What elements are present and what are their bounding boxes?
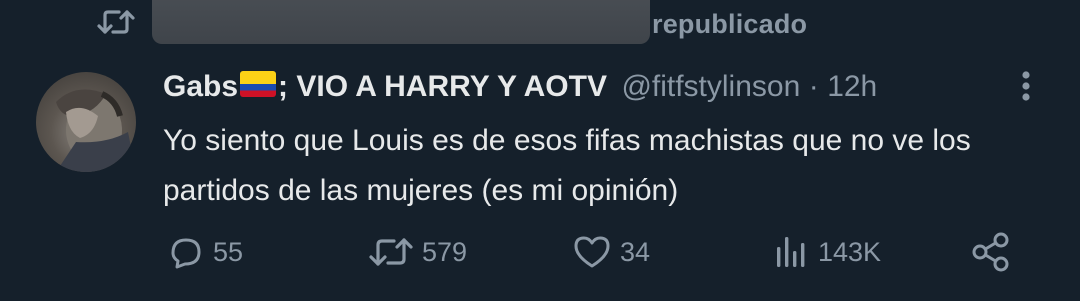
- colombia-flag-icon: [240, 71, 277, 97]
- display-name-suffix[interactable]: ; VIO A HARRY Y AOTV: [278, 70, 607, 103]
- redacted-reposter-name: [152, 0, 650, 44]
- views-count: 143K: [818, 236, 882, 267]
- reply-button[interactable]: 55: [165, 230, 243, 274]
- tweet-card[interactable]: republicado Gabs ; VIO A HARRY Y AOTV @fi…: [0, 0, 1080, 301]
- reply-icon: [165, 232, 205, 272]
- reply-count: 55: [213, 236, 244, 267]
- more-icon[interactable]: [1012, 68, 1040, 108]
- user-handle[interactable]: @fitfstylinson: [621, 70, 800, 103]
- repost-button[interactable]: 579: [368, 230, 467, 274]
- repost-label: republicado: [652, 9, 808, 39]
- like-count: 34: [620, 236, 651, 267]
- separator-dot: ·: [808, 70, 819, 103]
- share-icon: [970, 231, 1012, 273]
- repost-header: republicado: [0, 0, 1080, 50]
- tweet-text: Yo siento que Louis es de esos fifas mac…: [163, 124, 971, 207]
- views-button[interactable]: 143K: [774, 230, 881, 274]
- timestamp[interactable]: 12h: [827, 70, 877, 103]
- like-icon: [572, 233, 612, 271]
- repost-icon: [96, 6, 136, 38]
- repost-icon: [368, 234, 414, 270]
- avatar[interactable]: [36, 72, 136, 172]
- like-button[interactable]: 34: [572, 230, 650, 274]
- display-name[interactable]: Gabs: [163, 70, 238, 103]
- repost-count: 579: [422, 236, 468, 267]
- tweet-header: Gabs; VIO A HARRY Y AOTV @fitfstylinson …: [163, 70, 877, 114]
- share-button[interactable]: [970, 230, 1012, 274]
- views-icon: [774, 233, 810, 271]
